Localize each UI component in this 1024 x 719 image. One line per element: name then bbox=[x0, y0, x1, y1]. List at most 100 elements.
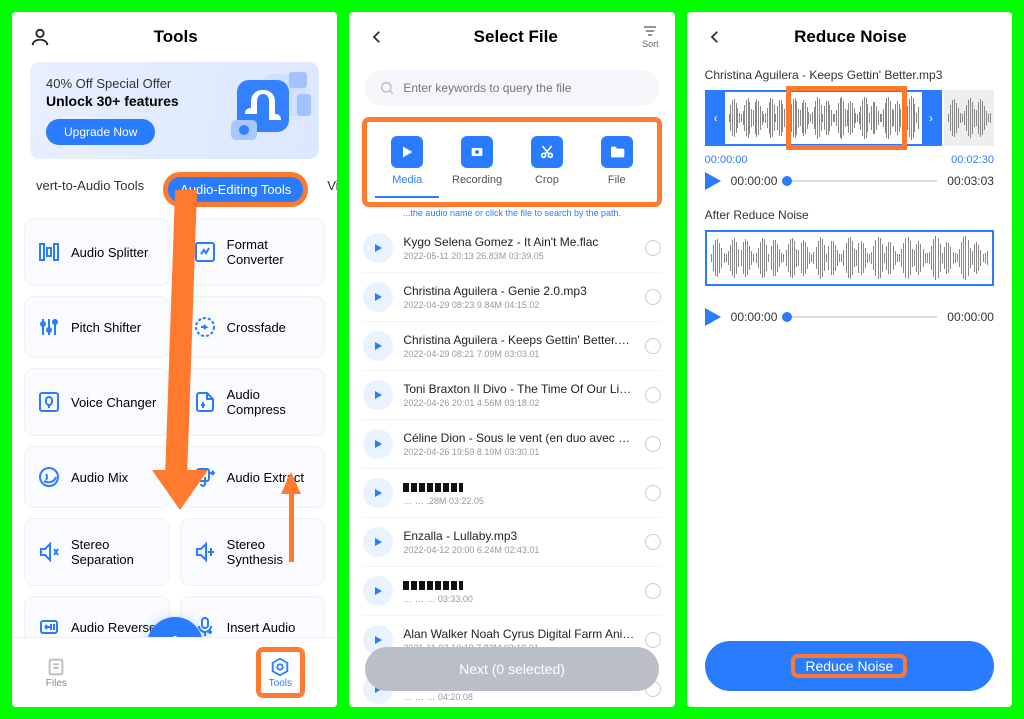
file-meta: … … … 03:33.00 bbox=[403, 594, 634, 604]
back-button[interactable] bbox=[703, 25, 727, 49]
play-button[interactable] bbox=[705, 308, 721, 326]
file-meta: … … .28M 03:22.05 bbox=[403, 496, 634, 506]
select-radio[interactable] bbox=[645, 436, 661, 452]
tool-stereo-separation[interactable]: Stereo Separation bbox=[24, 518, 170, 586]
category-tabs: vert-to-Audio Tools Audio-Editing Tools … bbox=[12, 159, 337, 214]
select-file-screen: Select File Sort Media Recording Crop bbox=[349, 12, 674, 707]
file-item[interactable]: Toni Braxton Il Divo - The Time Of Our L… bbox=[363, 371, 660, 420]
select-radio[interactable] bbox=[645, 338, 661, 354]
file-title bbox=[403, 578, 634, 592]
back-button[interactable] bbox=[365, 25, 389, 49]
duration: 00:03:03 bbox=[947, 174, 994, 188]
tab-convert[interactable]: vert-to-Audio Tools bbox=[26, 173, 154, 206]
tools-screen: Tools 40% Off Special Offer Unlock 30+ f… bbox=[12, 12, 337, 707]
tab-video[interactable]: Video Tools bbox=[317, 173, 337, 206]
next-button[interactable]: Next (0 selected) bbox=[365, 647, 658, 691]
file-meta: 2022-04-29 08:21 7.09M 03:03.01 bbox=[403, 349, 634, 359]
file-item[interactable]: … … .28M 03:22.05 bbox=[363, 469, 660, 518]
cat-crop[interactable]: Crop bbox=[515, 132, 579, 198]
filename: Christina Aguilera - Keeps Gettin' Bette… bbox=[705, 68, 994, 82]
tool-stereo-synthesis[interactable]: Stereo Synthesis bbox=[180, 518, 326, 586]
file-title: Alan Walker Noah Cyrus Digital Farm Anim… bbox=[403, 627, 634, 641]
select-radio[interactable] bbox=[645, 583, 661, 599]
play-button[interactable] bbox=[705, 172, 721, 190]
cat-media[interactable]: Media bbox=[375, 132, 439, 198]
select-radio[interactable] bbox=[645, 289, 661, 305]
tool-audio-extract[interactable]: Audio Extract bbox=[180, 446, 326, 508]
category-highlight: Media Recording Crop File bbox=[363, 118, 660, 206]
play-icon[interactable] bbox=[363, 233, 393, 263]
file-title: Toni Braxton Il Divo - The Time Of Our L… bbox=[403, 382, 634, 396]
file-item[interactable]: Christina Aguilera - Genie 2.0.mp32022-0… bbox=[363, 273, 660, 322]
promo-banner[interactable]: 40% Off Special Offer Unlock 30+ feature… bbox=[30, 62, 319, 159]
select-radio[interactable] bbox=[645, 387, 661, 403]
wave-prev[interactable]: ‹ bbox=[707, 92, 725, 144]
category-row: Media Recording Crop File bbox=[367, 122, 656, 202]
file-meta: … … … 04:20.08 bbox=[403, 692, 634, 702]
file-item[interactable]: Enzalla - Lullaby.mp3 2022-04-12 20:00 6.… bbox=[363, 518, 660, 567]
nav-files[interactable]: Files bbox=[45, 656, 67, 689]
file-item[interactable]: Kygo Selena Gomez - It Ain't Me.flac 2022… bbox=[363, 224, 660, 273]
player-row-after: 00:00:00 00:00:00 bbox=[705, 308, 994, 326]
seek-track[interactable] bbox=[787, 180, 937, 182]
waveform-after[interactable] bbox=[705, 230, 994, 286]
file-title: Enzalla - Lullaby.mp3 bbox=[403, 529, 634, 543]
tool-pitch-shifter[interactable]: Pitch Shifter bbox=[24, 296, 170, 358]
select-radio[interactable] bbox=[645, 534, 661, 550]
tool-audio-compress[interactable]: Audio Compress bbox=[180, 368, 326, 436]
file-item[interactable]: Céline Dion - Sous le vent (en duo avec … bbox=[363, 420, 660, 469]
header: Tools bbox=[12, 12, 337, 62]
seek-track[interactable] bbox=[787, 316, 937, 318]
header: Select File Sort bbox=[349, 12, 674, 62]
tool-crossfade[interactable]: Crossfade bbox=[180, 296, 326, 358]
file-list[interactable]: Kygo Selena Gomez - It Ain't Me.flac 2022… bbox=[349, 224, 674, 707]
play-icon[interactable] bbox=[363, 331, 393, 361]
cat-file[interactable]: File bbox=[585, 132, 649, 198]
play-icon[interactable] bbox=[363, 478, 393, 508]
upgrade-button[interactable]: Upgrade Now bbox=[46, 119, 155, 145]
select-radio[interactable] bbox=[645, 485, 661, 501]
file-title: Céline Dion - Sous le vent (en duo avec … bbox=[403, 431, 634, 445]
select-radio[interactable] bbox=[645, 632, 661, 648]
bottom-nav: Files Tools bbox=[12, 637, 337, 707]
file-meta: 2022-05-11 20:13 26.83M 03:39.05 bbox=[403, 251, 634, 261]
file-meta: 2022-04-26 20:01 4.56M 03:18.02 bbox=[403, 398, 634, 408]
play-icon[interactable] bbox=[363, 429, 393, 459]
after-label: After Reduce Noise bbox=[705, 208, 994, 222]
file-title: Kygo Selena Gomez - It Ain't Me.flac bbox=[403, 235, 634, 249]
nav-tools[interactable]: Tools bbox=[257, 648, 304, 697]
file-item[interactable]: … … … 03:33.00 bbox=[363, 567, 660, 616]
tool-voice-changer[interactable]: Voice Changer bbox=[24, 368, 170, 436]
tab-audio-editing[interactable]: Audio-Editing Tools bbox=[164, 173, 307, 206]
play-icon[interactable] bbox=[363, 282, 393, 312]
play-icon[interactable] bbox=[363, 576, 393, 606]
waveform-selector[interactable]: ‹ › bbox=[705, 90, 942, 146]
sort-button[interactable]: Sort bbox=[642, 25, 659, 49]
search-bar[interactable] bbox=[365, 70, 658, 106]
tool-format-converter[interactable]: Format Converter bbox=[180, 218, 326, 286]
play-icon[interactable] bbox=[363, 527, 393, 557]
tool-audio-splitter[interactable]: Audio Splitter bbox=[24, 218, 170, 286]
search-input[interactable] bbox=[403, 81, 644, 95]
reduce-noise-button[interactable]: Reduce Noise bbox=[705, 641, 994, 691]
file-title: Christina Aguilera - Keeps Gettin' Bette… bbox=[403, 333, 634, 347]
header: Reduce Noise bbox=[687, 12, 1012, 62]
hint-text: ...the audio name or click the file to s… bbox=[349, 206, 674, 224]
wave-next[interactable]: › bbox=[922, 92, 940, 144]
tool-audio-mix[interactable]: Audio Mix bbox=[24, 446, 170, 508]
select-radio[interactable] bbox=[645, 240, 661, 256]
duration: 00:00:00 bbox=[947, 310, 994, 324]
search-icon bbox=[379, 80, 395, 96]
current-time: 00:00:00 bbox=[731, 174, 778, 188]
player-row-before: 00:00:00 00:03:03 bbox=[705, 172, 994, 190]
promo-art bbox=[201, 70, 311, 150]
file-item[interactable]: Christina Aguilera - Keeps Gettin' Bette… bbox=[363, 322, 660, 371]
file-meta: 2022-04-12 20:00 6.24M 02:43.01 bbox=[403, 545, 634, 555]
waveform-overflow bbox=[944, 90, 994, 146]
selection-timestamps: 00:00:00 00:02:30 bbox=[705, 154, 994, 166]
file-meta: 2022-04-29 08:23 9.84M 04:15.02 bbox=[403, 300, 634, 310]
profile-icon[interactable] bbox=[28, 25, 52, 49]
play-icon[interactable] bbox=[363, 380, 393, 410]
current-time: 00:00:00 bbox=[731, 310, 778, 324]
cat-recording[interactable]: Recording bbox=[445, 132, 509, 198]
